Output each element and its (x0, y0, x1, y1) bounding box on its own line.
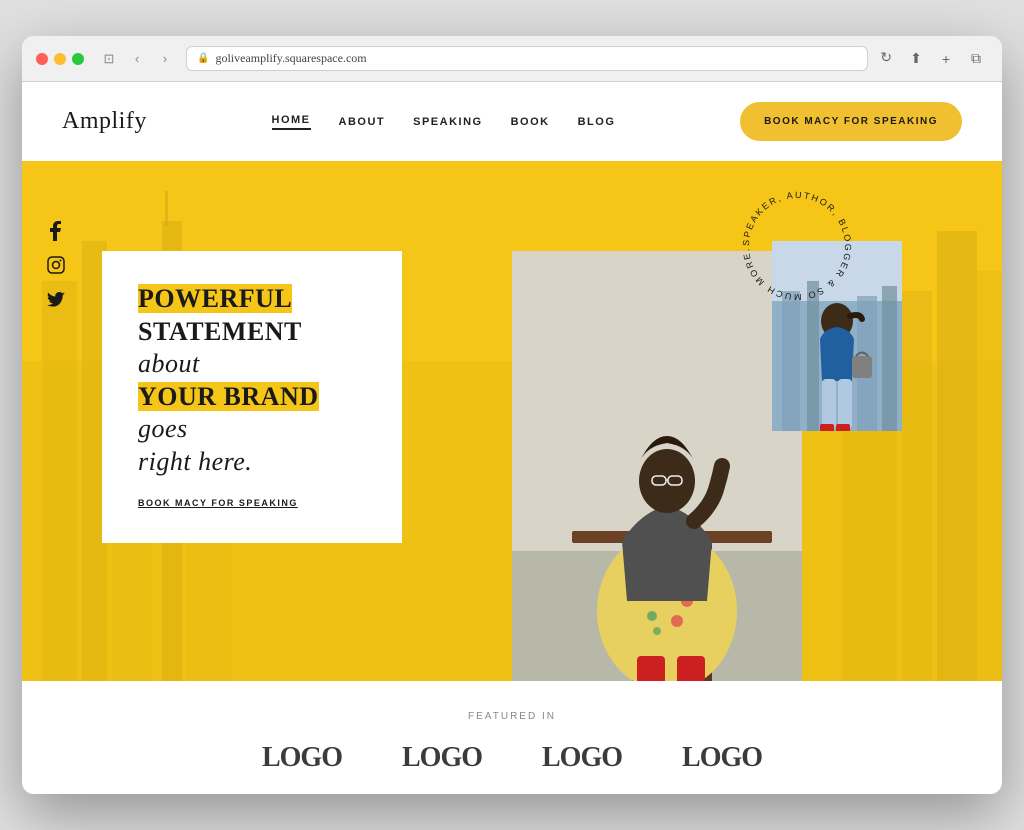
statement-text: POWERFUL STATEMENT about YOUR BRAND goes… (138, 283, 366, 478)
address-bar[interactable]: 🔒 goliveamplify.squarespace.com (186, 46, 868, 71)
header-cta-button[interactable]: BOOK MACY FOR SPEAKING (740, 102, 962, 141)
share-button[interactable]: ⬆ (904, 47, 928, 71)
url-text: goliveamplify.squarespace.com (215, 51, 366, 66)
statement-powerful: POWERFUL (138, 284, 292, 313)
tabs-button[interactable]: ⧉ (964, 47, 988, 71)
back-button[interactable]: ‹ (126, 48, 148, 70)
logo-row: LOGO LOGO LOGO LOGO (62, 742, 962, 774)
browser-actions: ⬆ + ⧉ (904, 47, 988, 71)
sidebar-toggle-button[interactable]: ⊡ (98, 48, 120, 70)
traffic-lights (36, 53, 84, 65)
twitter-icon[interactable] (46, 289, 66, 309)
fullscreen-dot[interactable] (72, 53, 84, 65)
new-tab-button[interactable]: + (934, 47, 958, 71)
site-nav: HOME ABOUT SPEAKING BOOK BLOG (272, 114, 616, 130)
statement-cta-link[interactable]: BOOK MACY FOR SPEAKING (138, 498, 298, 508)
nav-book[interactable]: BOOK (511, 116, 550, 128)
browser-controls: ⊡ ‹ › (98, 48, 176, 70)
statement-about: about (138, 349, 200, 378)
refresh-button[interactable]: ↻ (880, 50, 892, 67)
instagram-icon[interactable] (46, 255, 66, 275)
svg-text:SPEAKER, AUTHOR, BLOGGER & SO: SPEAKER, AUTHOR, BLOGGER & SO MUCH MORE. (741, 190, 853, 302)
site-header: Amplify HOME ABOUT SPEAKING BOOK BLOG BO… (22, 82, 1002, 161)
lock-icon: 🔒 (197, 53, 209, 64)
statement-right-here: right here. (138, 447, 252, 476)
circular-badge: SPEAKER, AUTHOR, BLOGGER & SO MUCH MORE. (732, 181, 862, 311)
website: Amplify HOME ABOUT SPEAKING BOOK BLOG BO… (22, 82, 1002, 794)
featured-logo-3: LOGO (542, 742, 622, 774)
hero-photo-main (512, 251, 802, 681)
nav-blog[interactable]: BLOG (578, 116, 616, 128)
forward-button[interactable]: › (154, 48, 176, 70)
close-dot[interactable] (36, 53, 48, 65)
featured-section: FEATURED IN LOGO LOGO LOGO LOGO (22, 681, 1002, 794)
facebook-icon[interactable] (46, 221, 66, 241)
nav-speaking[interactable]: SPEAKING (413, 116, 482, 128)
browser-window: ⊡ ‹ › 🔒 goliveamplify.squarespace.com ↻ … (22, 36, 1002, 794)
nav-about[interactable]: ABOUT (339, 116, 386, 128)
featured-logo-1: LOGO (262, 742, 342, 774)
site-logo: Amplify (62, 108, 147, 135)
person-illustration-main (512, 251, 802, 681)
statement-box: POWERFUL STATEMENT about YOUR BRAND goes… (102, 251, 402, 543)
minimize-dot[interactable] (54, 53, 66, 65)
statement-goes: goes (138, 414, 188, 443)
statement-your-brand: YOUR BRAND (138, 382, 319, 411)
featured-logo-4: LOGO (682, 742, 762, 774)
hero-section: SPEAKER, AUTHOR, BLOGGER & SO MUCH MORE.… (22, 161, 1002, 681)
social-icons (46, 221, 66, 309)
featured-label: FEATURED IN (62, 711, 962, 722)
browser-chrome: ⊡ ‹ › 🔒 goliveamplify.squarespace.com ↻ … (22, 36, 1002, 82)
featured-logo-2: LOGO (402, 742, 482, 774)
nav-home[interactable]: HOME (272, 114, 311, 130)
